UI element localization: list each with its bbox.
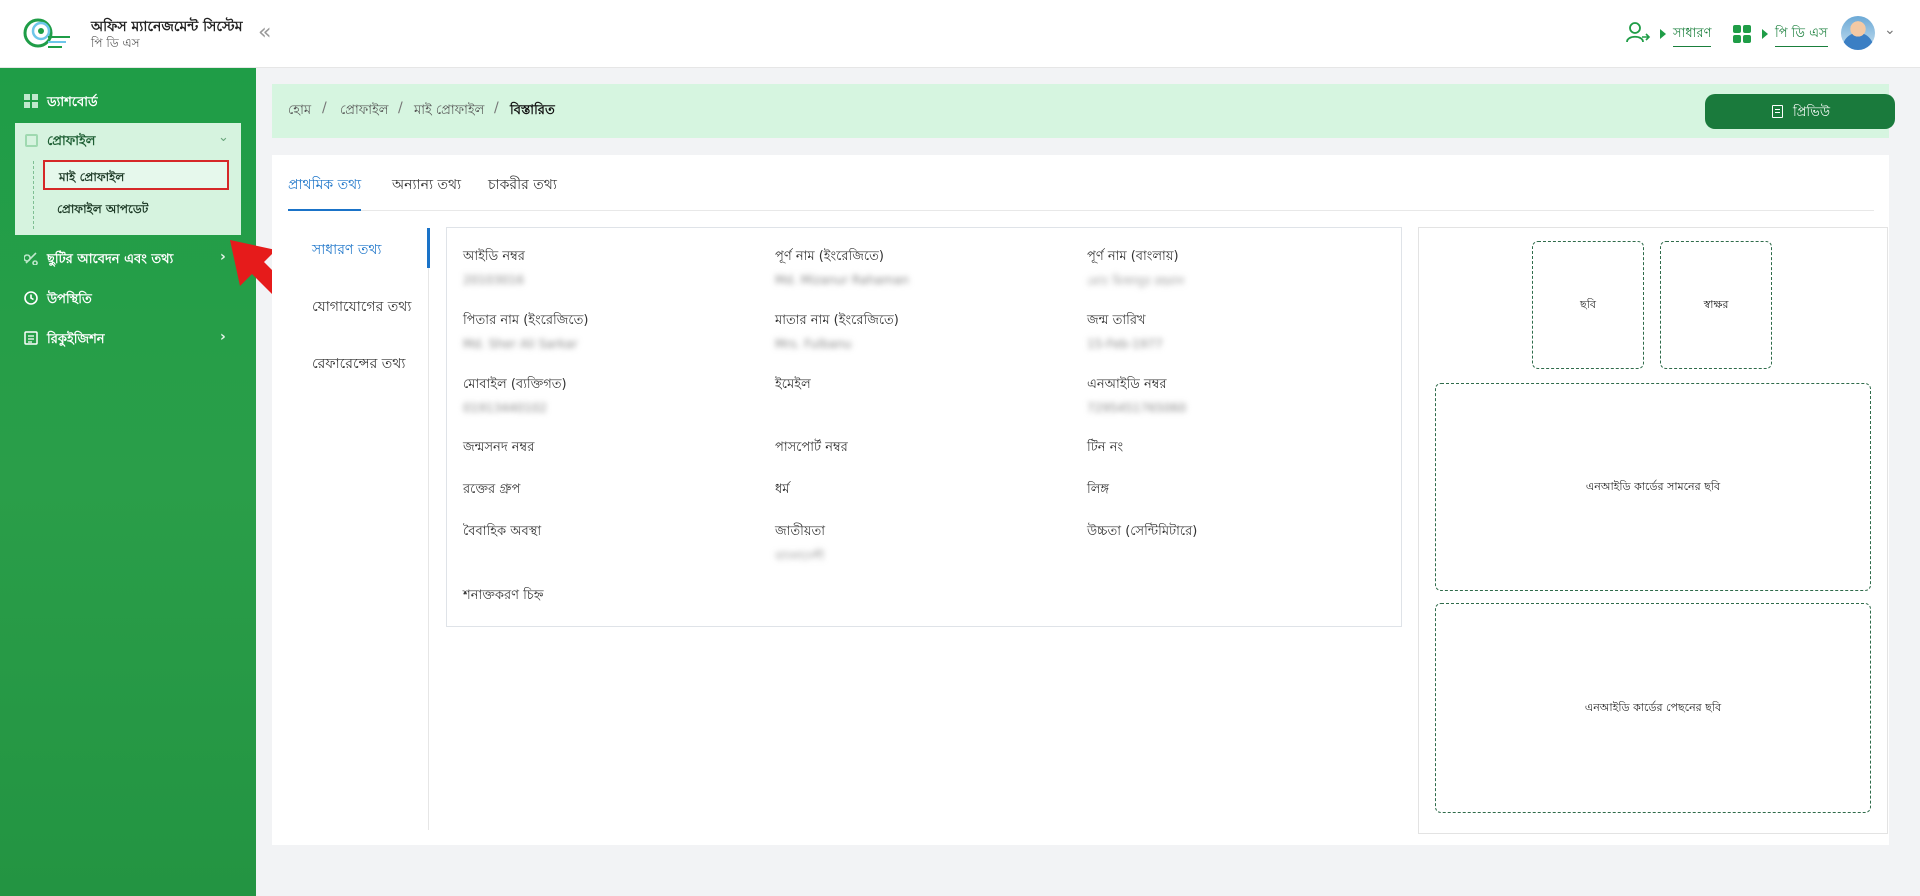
field-label-identifying-mark: শনাক্তকরণ চিহ্ন [463,588,544,603]
photo-panel: ছবি স্বাক্ষর এনআইডি কার্ডের সামনের ছবি এ… [1418,227,1888,834]
preview-button-label: প্রিভিউ [1793,105,1830,120]
sidebar-subitem-label: মাই প্রোফাইল [59,170,125,184]
field-label-dob: জন্ম তারিখ [1087,313,1146,328]
photo-box[interactable]: ছবি [1532,241,1644,369]
field-label-mother-name: মাতার নাম (ইংরেজিতে) [775,313,899,328]
field-label-name-en: পূর্ণ নাম (ইংরেজিতে) [775,249,884,264]
signature-box[interactable]: স্বাক্ষর [1660,241,1772,369]
breadcrumb-profile[interactable]: প্রোফাইল [340,101,388,122]
nid-back-box[interactable]: এনআইডি কার্ডের পেছনের ছবি [1435,603,1871,813]
sidebar-subitem-my-profile[interactable]: মাই প্রোফাইল [43,160,229,190]
requisition-icon [24,331,38,345]
dashboard-grid-icon [24,94,38,108]
side-tab-contact-info[interactable]: যোগাযোগের তথ্য [312,295,411,319]
active-tab-indicator [288,209,361,211]
app-subtitle: পি ডি এস [91,36,140,50]
sidebar-subitem-profile-update[interactable]: প্রোফাইল আপডেট [43,194,229,224]
field-label-gender: লিঙ্গ [1087,482,1110,497]
field-value-father-name: Md. Sher Ali Sarkar [463,337,578,351]
breadcrumb-separator: / [398,100,403,116]
sidebar-item-label: উপস্থিতি [47,292,92,307]
chevron-down-icon[interactable]: ⌄ [1884,22,1896,38]
main-panel: প্রাথমিক তথ্য অন্যান্য তথ্য চাকরীর তথ্য … [272,155,1889,845]
field-label-birth-reg: জন্মসনদ নম্বর [463,440,535,455]
sidebar-item-profile[interactable]: প্রোফাইল ⌄ [15,123,241,157]
sidebar-item-label: ছুটির আবেদন এবং তথ্য [47,252,174,267]
module-link[interactable]: পি ডি এস [1775,24,1828,47]
field-value-id: 20103016 [463,273,525,287]
breadcrumb-current: বিস্তারিত [510,103,555,118]
avatar[interactable] [1841,16,1875,50]
field-label-nid: এনআইডি নম্বর [1087,377,1167,392]
leave-icon [24,252,38,265]
nid-back-label: এনআইডি কার্ডের পেছনের ছবি [1584,700,1722,714]
tree-line [33,161,34,229]
field-label-passport: পাসপোর্ট নম্বর [775,440,848,455]
sidebar-item-attendance[interactable]: উপস্থিতি [0,281,256,315]
field-value-mother-name: Mrs. Fulbanu [775,337,852,351]
field-label-blood-group: রক্তের গ্রুপ [463,482,521,497]
sidebar-item-label: রিকুইজিশন [47,332,105,347]
breadcrumb-home[interactable]: হোম [288,101,311,122]
breadcrumb-separator: / [322,100,327,116]
clock-icon [24,291,38,305]
side-tab-general-info[interactable]: সাধারণ তথ্য [312,238,381,262]
field-value-nationality: বাংলাদেশী [775,549,825,563]
field-label-name-bn: পূর্ণ নাম (বাংলায়) [1087,249,1179,264]
sidebar-subitem-label: প্রোফাইল আপডেট [57,202,149,216]
sidebar-item-requisition[interactable]: রিকুইজিশন › [0,321,256,355]
field-label-tin: টিন নং [1087,440,1124,455]
sidebar-profile-group: প্রোফাইল ⌄ মাই প্রোফাইল প্রোফাইল আপডেট [15,123,241,235]
sidebar-item-leave[interactable]: ছুটির আবেদন এবং তথ্য › [0,241,256,275]
role-link[interactable]: সাধারণ [1673,24,1712,47]
field-label-id: আইডি নম্বর [463,249,525,264]
play-arrow-icon [1762,29,1768,39]
field-label-mobile: মোবাইল (ব্যক্তিগত) [463,377,567,392]
field-label-height: উচ্চতা (সেন্টিমিটারে) [1087,524,1198,539]
profile-icon [25,134,38,147]
breadcrumb-separator: / [494,100,499,116]
play-arrow-icon [1660,29,1666,39]
top-header: অফিস ম্যানেজমেন্ট সিস্টেম পি ডি এস « সাধ… [0,0,1920,68]
field-label-email: ইমেইল [775,377,811,392]
sidebar-item-dashboard[interactable]: ড্যাশবোর্ড [0,84,256,118]
field-value-mobile: 01913440102 [463,401,547,415]
tab-job-info[interactable]: চাকরীর তথ্য [488,173,557,197]
active-side-tab-indicator [427,228,430,268]
side-tab-reference-info[interactable]: রেফারেন্সের তথ্য [312,352,405,376]
general-info-card: আইডি নম্বর 20103016 পূর্ণ নাম (ইংরেজিতে)… [446,227,1402,627]
nid-front-box[interactable]: এনআইডি কার্ডের সামনের ছবি [1435,383,1871,591]
tab-divider [288,210,1874,211]
double-chevron-left-icon[interactable]: « [258,20,271,46]
sidebar-item-label: প্রোফাইল [47,134,96,149]
document-icon [1772,105,1783,118]
org-logo-icon [23,18,70,48]
side-tab-divider [428,228,429,830]
field-label-marital-status: বৈবাহিক অবস্থা [463,524,542,539]
tab-basic-info[interactable]: প্রাথমিক তথ্য [288,173,361,197]
chevron-right-icon: › [220,249,226,265]
field-value-dob: 15-Feb-1977 [1087,337,1163,351]
field-label-nationality: জাতীয়তা [775,524,826,539]
chevron-right-icon: › [220,329,226,345]
apps-grid-icon[interactable] [1733,25,1751,43]
tab-other-info[interactable]: অন্যান্য তথ্য [392,173,461,197]
photo-box-label: ছবি [1580,297,1596,311]
field-label-religion: ধর্ম [775,482,790,497]
user-switch-icon[interactable] [1625,20,1651,46]
signature-box-label: স্বাক্ষর [1703,297,1729,311]
breadcrumb-my-profile[interactable]: মাই প্রোফাইল [414,101,484,122]
nid-front-label: এনআইডি কার্ডের সামনের ছবি [1585,479,1721,493]
chevron-down-icon: ⌄ [218,130,229,145]
sidebar: ড্যাশবোর্ড প্রোফাইল ⌄ মাই প্রোফাইল প্রোফ… [0,68,256,896]
breadcrumb: হোম / প্রোফাইল / মাই প্রোফাইল / বিস্তারি… [272,84,1895,138]
field-label-father-name: পিতার নাম (ইংরেজিতে) [463,313,589,328]
field-value-name-en: Md. Mizanur Rahaman [775,273,909,287]
field-value-name-bn: মোঃ মিজানুর রহমান [1087,274,1185,288]
preview-button[interactable]: প্রিভিউ [1705,94,1895,129]
field-value-nid: 7295451765060 [1087,401,1187,415]
sidebar-item-label: ড্যাশবোর্ড [47,95,98,110]
